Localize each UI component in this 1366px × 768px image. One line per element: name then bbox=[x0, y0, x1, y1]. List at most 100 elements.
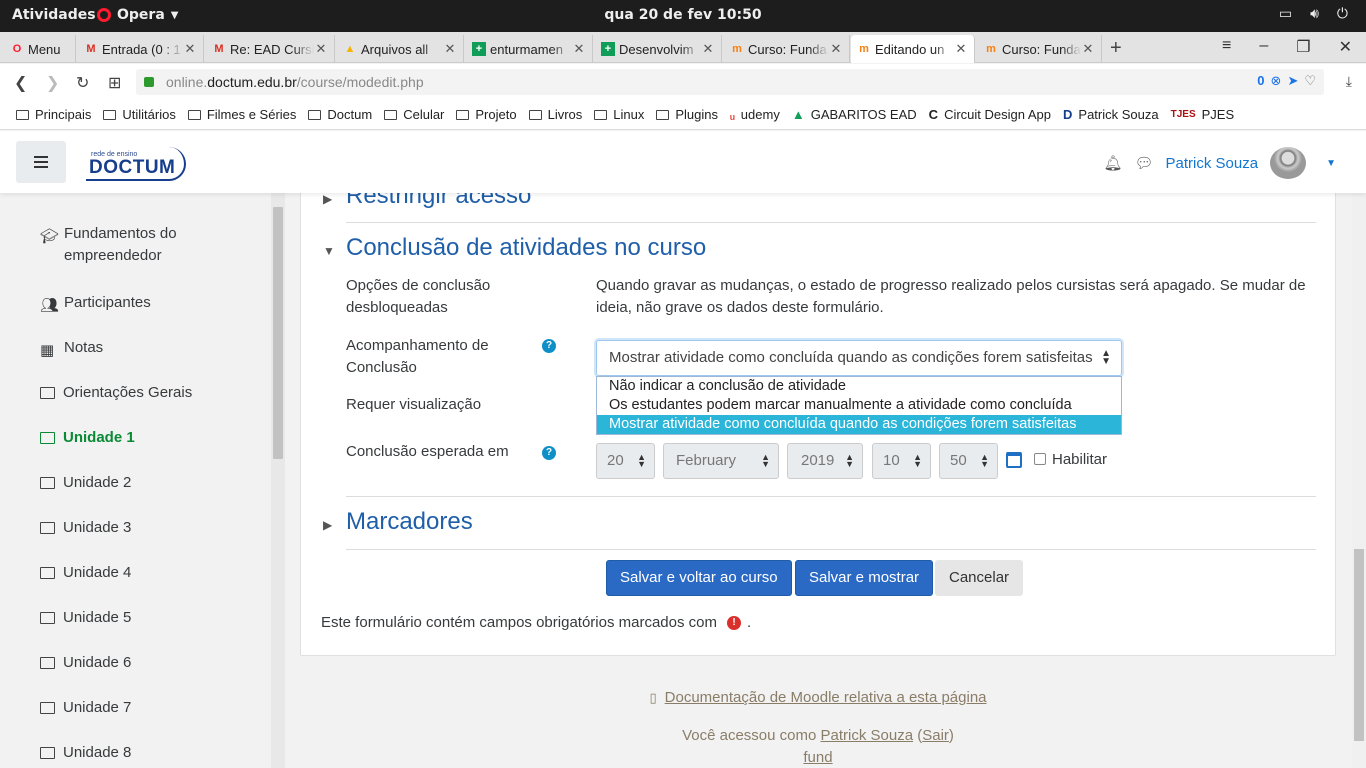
calendar-icon[interactable] bbox=[1006, 452, 1022, 468]
bookmark-gabaritos[interactable]: ▲ GABARITOS EAD bbox=[792, 107, 917, 122]
tab-course-1[interactable]: m Curso: Funda ✕ bbox=[724, 35, 850, 63]
heart-icon[interactable]: ♡ bbox=[1304, 73, 1316, 89]
sidebar-item-unidade-2[interactable]: Unidade 2 bbox=[40, 474, 131, 491]
new-tab-button[interactable]: + bbox=[1110, 37, 1122, 60]
sidebar-item-unidade-3[interactable]: Unidade 3 bbox=[40, 519, 131, 536]
bookmark-filmes[interactable]: Filmes e Séries bbox=[187, 107, 296, 122]
bookmark-pjes[interactable]: TJES PJES bbox=[1171, 107, 1235, 122]
close-icon[interactable]: ✕ bbox=[314, 41, 328, 57]
sidebar-item-orientacoes[interactable]: Orientações Gerais bbox=[40, 384, 192, 401]
scrollbar-thumb[interactable] bbox=[273, 207, 283, 459]
bookmark-patrick[interactable]: D Patrick Souza bbox=[1063, 107, 1159, 122]
clock[interactable]: qua 20 de fev 10:50 bbox=[0, 7, 1366, 23]
enable-checkbox[interactable] bbox=[1034, 453, 1046, 465]
bookmark-linux[interactable]: Linux bbox=[594, 107, 644, 122]
bookmark-circuit[interactable]: C Circuit Design App bbox=[929, 107, 1051, 122]
close-icon[interactable]: ✕ bbox=[701, 41, 715, 57]
fund-link[interactable]: fund bbox=[803, 749, 832, 766]
close-icon[interactable]: ✕ bbox=[1081, 41, 1095, 57]
doctum-logo[interactable]: rede de ensino DOCTUM bbox=[86, 147, 186, 181]
tracking-option-automatic[interactable]: Mostrar atividade como concluída quando … bbox=[597, 415, 1121, 434]
send-icon[interactable]: ➤ bbox=[1287, 73, 1298, 89]
user-menu[interactable]: 🔔︎ 💬︎ Patrick Souza ▼ bbox=[1103, 147, 1336, 179]
adblock-icon[interactable]: ⊗ bbox=[1271, 73, 1282, 89]
doc-link[interactable]: Documentação de Moodle relativa a esta p… bbox=[665, 689, 987, 706]
caret-right-icon[interactable]: ▶ bbox=[323, 518, 332, 532]
drawer-toggle-button[interactable] bbox=[16, 141, 66, 183]
page-scrollbar[interactable] bbox=[1352, 193, 1366, 768]
bell-icon[interactable]: 🔔︎ bbox=[1103, 154, 1122, 172]
section-tags[interactable]: Marcadores bbox=[346, 508, 473, 536]
close-icon[interactable]: ✕ bbox=[443, 41, 457, 57]
sidebar-item-unidade-7[interactable]: Unidade 7 bbox=[40, 699, 131, 716]
month-select[interactable]: February ▲ ▼ bbox=[663, 443, 779, 479]
tracking-option-manual[interactable]: Os estudantes podem marcar manualmente a… bbox=[597, 396, 1121, 415]
close-icon[interactable]: ✕ bbox=[954, 41, 968, 57]
sidebar-item-participantes[interactable]: 👥︎ Participantes bbox=[40, 294, 151, 314]
tab-gmail-inbox[interactable]: M Entrada (0 : 1 ✕ bbox=[78, 35, 204, 63]
tab-menu[interactable]: O Menu bbox=[4, 35, 76, 63]
save-return-button[interactable]: Salvar e voltar ao curso bbox=[606, 560, 792, 596]
tab-sheets-2[interactable]: + Desenvolvim ✕ bbox=[595, 35, 722, 63]
help-icon[interactable]: ? bbox=[542, 339, 556, 353]
hour-select[interactable]: 10 ▲ ▼ bbox=[872, 443, 931, 479]
sidebar-item-unidade-5[interactable]: Unidade 5 bbox=[40, 609, 131, 626]
sidebar-item-unidade-8[interactable]: Unidade 8 bbox=[40, 744, 131, 761]
volume-icon[interactable]: 🔊︎ bbox=[1310, 6, 1319, 22]
minute-select[interactable]: 50 ▲ ▼ bbox=[939, 443, 998, 479]
tab-drive[interactable]: ▲ Arquivos all ✕ bbox=[337, 35, 464, 63]
chat-icon[interactable]: 💬︎ bbox=[1135, 154, 1154, 172]
adblock-count[interactable]: 0 bbox=[1257, 73, 1264, 89]
logout-link[interactable]: Sair bbox=[922, 727, 949, 744]
year-select[interactable]: 2019 ▲ ▼ bbox=[787, 443, 863, 479]
bookmark-celular[interactable]: Celular bbox=[384, 107, 444, 122]
bookmark-projeto[interactable]: Projeto bbox=[456, 107, 517, 122]
sidebar-item-notas[interactable]: ▦ Notas bbox=[40, 339, 103, 359]
tab-editing[interactable]: m Editando un ✕ bbox=[851, 35, 975, 63]
sidebar-item-course[interactable]: 🎓︎ Fundamentos do empreendedor bbox=[40, 225, 214, 267]
back-icon[interactable]: ❮ bbox=[14, 73, 27, 93]
tracking-select[interactable]: Mostrar atividade como concluída quando … bbox=[596, 340, 1122, 376]
caret-down-icon[interactable]: ▼ bbox=[323, 244, 335, 258]
screen-icon[interactable]: ▭ bbox=[1279, 6, 1292, 22]
sidebar-item-unidade-1[interactable]: Unidade 1 bbox=[40, 429, 135, 446]
save-show-button[interactable]: Salvar e mostrar bbox=[795, 560, 934, 596]
scrollbar-thumb[interactable] bbox=[1354, 549, 1364, 741]
url-field[interactable]: online.doctum.edu.br/course/modedit.php … bbox=[136, 69, 1324, 95]
speed-dial-icon[interactable]: ⊞ bbox=[108, 73, 121, 93]
bookmark-udemy[interactable]: ᵤ udemy bbox=[730, 107, 780, 122]
tab-sheets-1[interactable]: + enturmamen ✕ bbox=[466, 35, 593, 63]
close-icon[interactable]: ✕ bbox=[829, 41, 843, 57]
bookmark-plugins[interactable]: Plugins bbox=[656, 107, 718, 122]
restore-icon[interactable]: ❐ bbox=[1296, 37, 1310, 57]
reload-icon[interactable]: ↻ bbox=[76, 73, 89, 93]
cancel-button[interactable]: Cancelar bbox=[935, 560, 1024, 596]
user-profile-link[interactable]: Patrick Souza bbox=[821, 727, 914, 744]
day-select[interactable]: 20 ▲ ▼ bbox=[596, 443, 655, 479]
tab-menu-icon[interactable]: ≡ bbox=[1222, 37, 1231, 57]
close-icon[interactable]: ✕ bbox=[183, 41, 197, 57]
system-tray[interactable]: ▭ 🔊︎ ⏻ bbox=[1279, 6, 1348, 22]
section-completion[interactable]: Conclusão de atividades no curso bbox=[346, 234, 706, 262]
user-name[interactable]: Patrick Souza bbox=[1166, 155, 1259, 172]
close-window-icon[interactable]: ✕ bbox=[1339, 37, 1352, 57]
caret-right-icon[interactable]: ▶ bbox=[323, 192, 332, 206]
enable-label[interactable]: Habilitar bbox=[1052, 451, 1107, 468]
avatar[interactable] bbox=[1270, 147, 1307, 179]
tracking-option-none[interactable]: Não indicar a conclusão de atividade bbox=[597, 377, 1121, 396]
bookmark-livros[interactable]: Livros bbox=[528, 107, 582, 122]
sidebar-item-unidade-6[interactable]: Unidade 6 bbox=[40, 654, 131, 671]
tab-course-2[interactable]: m Curso: Funda ✕ bbox=[978, 35, 1102, 63]
bookmark-principais[interactable]: Principais bbox=[16, 107, 91, 122]
power-icon[interactable]: ⏻ bbox=[1337, 6, 1348, 22]
chevron-down-icon[interactable]: ▼ bbox=[1326, 158, 1336, 169]
bookmark-doctum[interactable]: Doctum bbox=[308, 107, 372, 122]
tab-gmail-reply[interactable]: M Re: EAD Cursi ✕ bbox=[206, 35, 335, 63]
close-icon[interactable]: ✕ bbox=[572, 41, 586, 57]
forward-icon[interactable]: ❯ bbox=[46, 73, 59, 93]
help-icon[interactable]: ? bbox=[542, 446, 556, 460]
bookmark-utilitarios[interactable]: Utilitários bbox=[103, 107, 176, 122]
minimize-icon[interactable]: – bbox=[1259, 37, 1268, 57]
sidebar-scrollbar[interactable] bbox=[271, 193, 285, 768]
sidebar-item-unidade-4[interactable]: Unidade 4 bbox=[40, 564, 131, 581]
